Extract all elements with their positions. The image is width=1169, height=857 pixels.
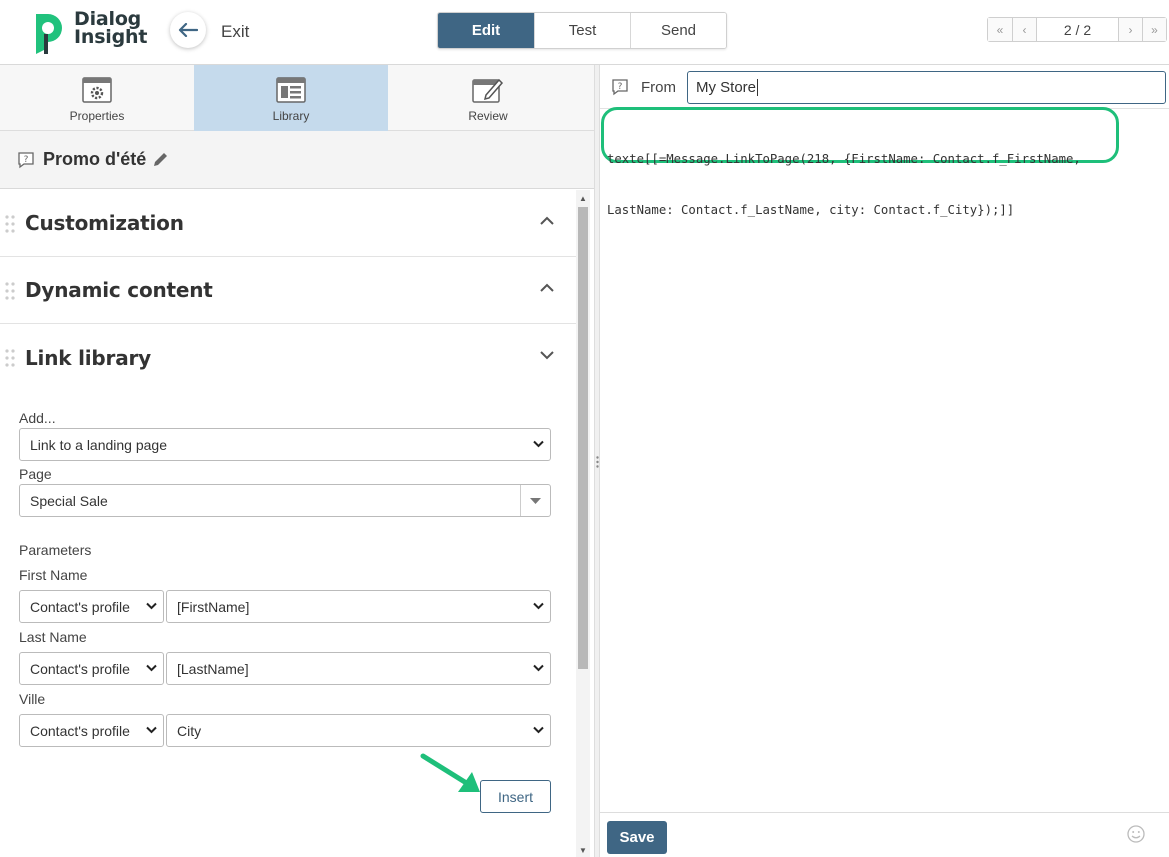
svg-text:?: ? [24,155,29,165]
from-label: From [641,79,676,96]
add-select[interactable]: Link to a landing page [19,428,551,461]
tab-properties-label: Properties [69,109,125,123]
last-page-button[interactable]: » [1142,18,1166,41]
tab-review[interactable]: Review [388,65,588,131]
drag-handle-icon[interactable] [5,349,15,367]
param-ville-field[interactable]: City [166,714,551,747]
editor-footer: Save [600,812,1169,857]
parameters-label: Parameters [19,542,92,558]
tab-send[interactable]: Send [630,13,726,48]
tab-library[interactable]: Library [194,65,388,131]
message-body-editor[interactable]: texte[[=Message.LinkToPage(218, {FirstNa… [607,117,1117,253]
param-ville-source-value: Contact's profile [30,722,130,739]
left-scrollbar[interactable]: ▲ ▼ [576,190,590,857]
scroll-up-icon[interactable]: ▲ [579,194,587,203]
param-first-name-field[interactable]: [FirstName] [166,590,551,623]
logo-text-line2: Insight [74,26,148,48]
chevron-down-icon [146,726,157,734]
tab-properties[interactable]: Properties [0,65,194,131]
tab-library-label: Library [272,109,310,123]
chevron-down-icon [146,602,157,610]
drag-handle-icon[interactable] [5,215,15,233]
tab-test[interactable]: Test [534,13,630,48]
pencil-icon[interactable] [151,151,169,169]
logo-text: Dialog Insight [74,10,148,48]
svg-text:?: ? [618,82,623,92]
add-label: Add... [19,410,56,426]
exit-label[interactable]: Exit [221,22,249,42]
tab-edit[interactable]: Edit [438,13,534,48]
param-first-name-source[interactable]: Contact's profile [19,590,164,623]
edit-window-icon [472,78,504,103]
code-line-2: LastName: Contact.f_LastName, city: Cont… [607,203,1015,217]
sms-help-icon[interactable]: ? [611,78,629,96]
message-title-bar: ? Promo d'été [0,131,594,189]
arrow-left-icon [178,23,198,37]
chevron-down-icon [533,440,544,448]
param-last-name-field-value: [LastName] [177,660,249,677]
tab-review-label: Review [468,109,508,123]
chevron-up-icon[interactable] [540,216,554,226]
from-row: ? From My Store [600,65,1169,109]
chevron-down-icon [533,664,544,672]
param-ville-field-value: City [177,722,202,739]
page-select-value: Special Sale [30,492,108,509]
section-link-library-title: Link library [25,345,151,370]
select-divider [520,485,521,516]
section-dynamic-content-title: Dynamic content [25,278,213,302]
param-first-name-label: First Name [19,567,88,583]
mode-tabs: Edit Test Send [437,12,727,49]
param-last-name-field[interactable]: [LastName] [166,652,551,685]
insert-button[interactable]: Insert [480,780,551,813]
prev-page-button[interactable]: ‹ [1012,18,1036,41]
library-window-icon [276,77,306,103]
caret-down-icon[interactable] [530,498,541,505]
message-title: Promo d'été [43,149,147,169]
param-first-name-source-value: Contact's profile [30,598,130,615]
section-link-library[interactable]: Link library [0,324,576,391]
left-tabs: Properties Library Review [0,65,594,131]
page-select[interactable]: Special Sale [19,484,551,517]
text-cursor [757,79,759,96]
chevron-down-icon[interactable] [540,350,554,360]
page-label: Page [19,466,52,482]
page-indicator: 2 / 2 [1036,18,1118,41]
gear-window-icon [82,77,112,103]
back-button[interactable] [170,12,206,48]
pager: « ‹ 2 / 2 › » [987,17,1167,42]
section-customization[interactable]: Customization [0,190,576,257]
scroll-down-icon[interactable]: ▼ [579,846,587,855]
splitter-grip-icon [596,456,599,468]
param-ville-label: Ville [19,691,46,707]
scrollbar-thumb[interactable] [578,207,588,669]
param-ville-source[interactable]: Contact's profile [19,714,164,747]
drag-handle-icon[interactable] [5,282,15,300]
dialog-insight-logo: Dialog Insight [28,10,148,54]
section-customization-title: Customization [25,211,184,235]
chevron-down-icon [533,726,544,734]
param-last-name-label: Last Name [19,629,87,645]
param-last-name-source[interactable]: Contact's profile [19,652,164,685]
from-input-value: My Store [696,79,757,96]
left-panel: Properties Library Review ? Promo d'été … [0,65,594,857]
code-line-1: texte[[=Message.LinkToPage(218, {FirstNa… [607,152,1081,166]
chevron-down-icon [146,664,157,672]
save-button[interactable]: Save [607,821,667,854]
chevron-up-icon[interactable] [540,283,554,293]
from-input[interactable]: My Store [687,71,1166,104]
top-bar: Dialog Insight Exit Edit Test Send « ‹ 2… [0,0,1169,65]
chevron-down-icon [533,602,544,610]
param-first-name-field-value: [FirstName] [177,598,250,615]
next-page-button[interactable]: › [1118,18,1142,41]
section-dynamic-content[interactable]: Dynamic content [0,257,576,324]
emoji-icon[interactable] [1127,825,1145,843]
first-page-button[interactable]: « [988,18,1012,41]
add-select-value: Link to a landing page [30,436,167,453]
param-last-name-source-value: Contact's profile [30,660,130,677]
sections: Customization Dynamic content Link libra [0,190,576,391]
green-pointer-arrow-icon [420,753,480,792]
editor-panel: ? From My Store texte[[=Message.LinkToPa… [600,65,1169,857]
logo-mark-icon [32,14,62,54]
sms-help-icon: ? [18,151,34,168]
